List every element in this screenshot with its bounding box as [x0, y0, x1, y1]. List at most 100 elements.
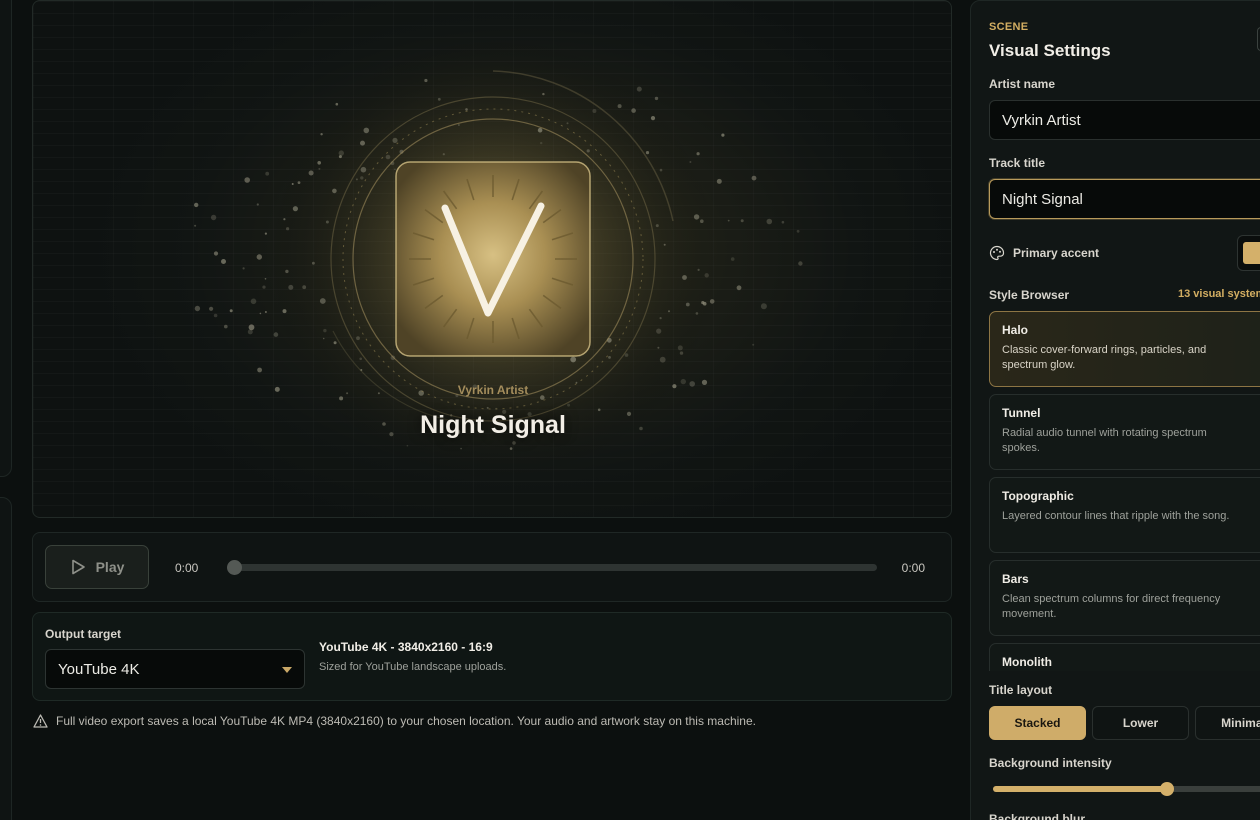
particle	[394, 168, 396, 171]
particle	[359, 357, 363, 361]
accent-color-picker[interactable]	[1237, 235, 1260, 271]
style-name: Tunnel	[1002, 406, 1041, 420]
style-description: Classic cover-forward rings, particles, …	[1002, 344, 1207, 371]
particle	[247, 329, 253, 335]
particle	[262, 285, 266, 289]
particle	[229, 309, 233, 313]
output-target-select[interactable]: YouTube 4K	[45, 649, 305, 689]
primary-accent-row: Primary accent	[989, 245, 1099, 261]
layout-minimal-button[interactable]: Minimal	[1195, 706, 1260, 740]
track-title-value: Night Signal	[1002, 190, 1083, 208]
particle	[695, 312, 699, 315]
style-card-monolith[interactable]: Monolith	[989, 643, 1260, 671]
seek-slider[interactable]	[227, 560, 877, 575]
slider-thumb[interactable]	[1160, 782, 1174, 796]
particle	[682, 275, 687, 280]
particle	[657, 346, 660, 349]
particle	[437, 97, 441, 101]
particle	[406, 444, 409, 447]
style-name: Halo	[1002, 323, 1029, 337]
particle	[693, 214, 700, 220]
slider-fill	[993, 786, 1167, 792]
particle	[727, 219, 730, 222]
layout-stacked-button[interactable]: Stacked	[989, 706, 1086, 740]
primary-accent-label: Primary accent	[1013, 246, 1100, 260]
particle	[312, 261, 315, 265]
style-description: Layered contour lines that ripple with t…	[1002, 510, 1230, 522]
particle	[285, 269, 289, 274]
particle	[291, 183, 294, 185]
layout-lower-button[interactable]: Lower	[1092, 706, 1189, 740]
seek-thumb[interactable]	[227, 560, 242, 575]
particle	[360, 166, 367, 173]
caret-down-icon	[282, 667, 292, 673]
particle	[751, 175, 757, 181]
panel-title: Visual Settings	[989, 41, 1111, 60]
particle	[297, 181, 301, 185]
current-time: 0:00	[175, 561, 199, 575]
output-target-label: Output target	[45, 627, 121, 641]
left-panel-edge-lower	[0, 497, 12, 820]
artist-name-value: Vyrkin Artist	[1002, 111, 1081, 129]
particle	[537, 127, 543, 133]
particle	[701, 301, 705, 305]
particle	[566, 122, 569, 125]
particle	[696, 152, 700, 156]
particle	[250, 298, 257, 305]
background-intensity-slider[interactable]	[993, 782, 1260, 796]
particle	[465, 108, 468, 111]
particle	[721, 133, 725, 137]
particle	[654, 96, 659, 101]
particle	[392, 137, 398, 143]
particle	[509, 447, 513, 450]
particle	[259, 312, 262, 315]
visual-settings-panel: SCENE Visual Settings Artist name Vyrkin…	[970, 0, 1260, 820]
particle	[318, 167, 321, 170]
particle	[286, 227, 290, 231]
warning-icon	[33, 714, 48, 728]
particle	[292, 206, 298, 212]
particle	[360, 176, 364, 180]
particle	[308, 170, 314, 176]
play-label: Play	[95, 559, 125, 575]
particle	[704, 273, 709, 278]
artist-name-input[interactable]: Vyrkin Artist	[989, 100, 1260, 140]
background-intensity-label: Background intensity	[989, 756, 1112, 770]
particle	[567, 403, 571, 407]
particle	[659, 168, 663, 172]
particle	[798, 261, 803, 266]
style-name: Bars	[1002, 572, 1029, 586]
particle	[323, 328, 327, 333]
particle	[542, 92, 545, 96]
particle	[668, 310, 670, 313]
particle	[586, 149, 590, 153]
style-list[interactable]: Halo Classic cover-forward rings, partic…	[989, 311, 1260, 671]
particle	[663, 243, 666, 246]
style-card-topographic[interactable]: Topographic Layered contour lines that r…	[989, 477, 1260, 553]
output-target-value: YouTube 4K	[58, 660, 140, 678]
export-notice: Full video export saves a local YouTube …	[33, 714, 756, 728]
particle	[283, 218, 286, 221]
particle	[655, 224, 659, 228]
particle	[760, 303, 767, 310]
play-button[interactable]: Play	[45, 545, 149, 589]
particle	[624, 353, 629, 357]
track-title-input[interactable]: Night Signal	[989, 179, 1260, 219]
particle	[677, 345, 683, 351]
particle	[248, 324, 255, 331]
particle	[460, 447, 462, 450]
particle	[333, 341, 337, 345]
style-card-halo[interactable]: Halo Classic cover-forward rings, partic…	[989, 311, 1260, 387]
app-root: Vyrkin Artist Night Signal Play 0:00 0:0…	[0, 0, 1260, 820]
particle	[320, 133, 323, 136]
style-card-tunnel[interactable]: Tunnel Radial audio tunnel with rotating…	[989, 394, 1260, 470]
particle	[700, 219, 704, 223]
particle	[650, 116, 656, 121]
particle	[257, 367, 262, 373]
particle	[242, 267, 245, 270]
output-target-card: Output target YouTube 4K YouTube 4K - 38…	[32, 612, 952, 701]
left-panel-edge	[0, 0, 12, 477]
particle	[709, 299, 715, 304]
particle	[332, 188, 337, 194]
style-card-bars[interactable]: Bars Clean spectrum columns for direct f…	[989, 560, 1260, 636]
